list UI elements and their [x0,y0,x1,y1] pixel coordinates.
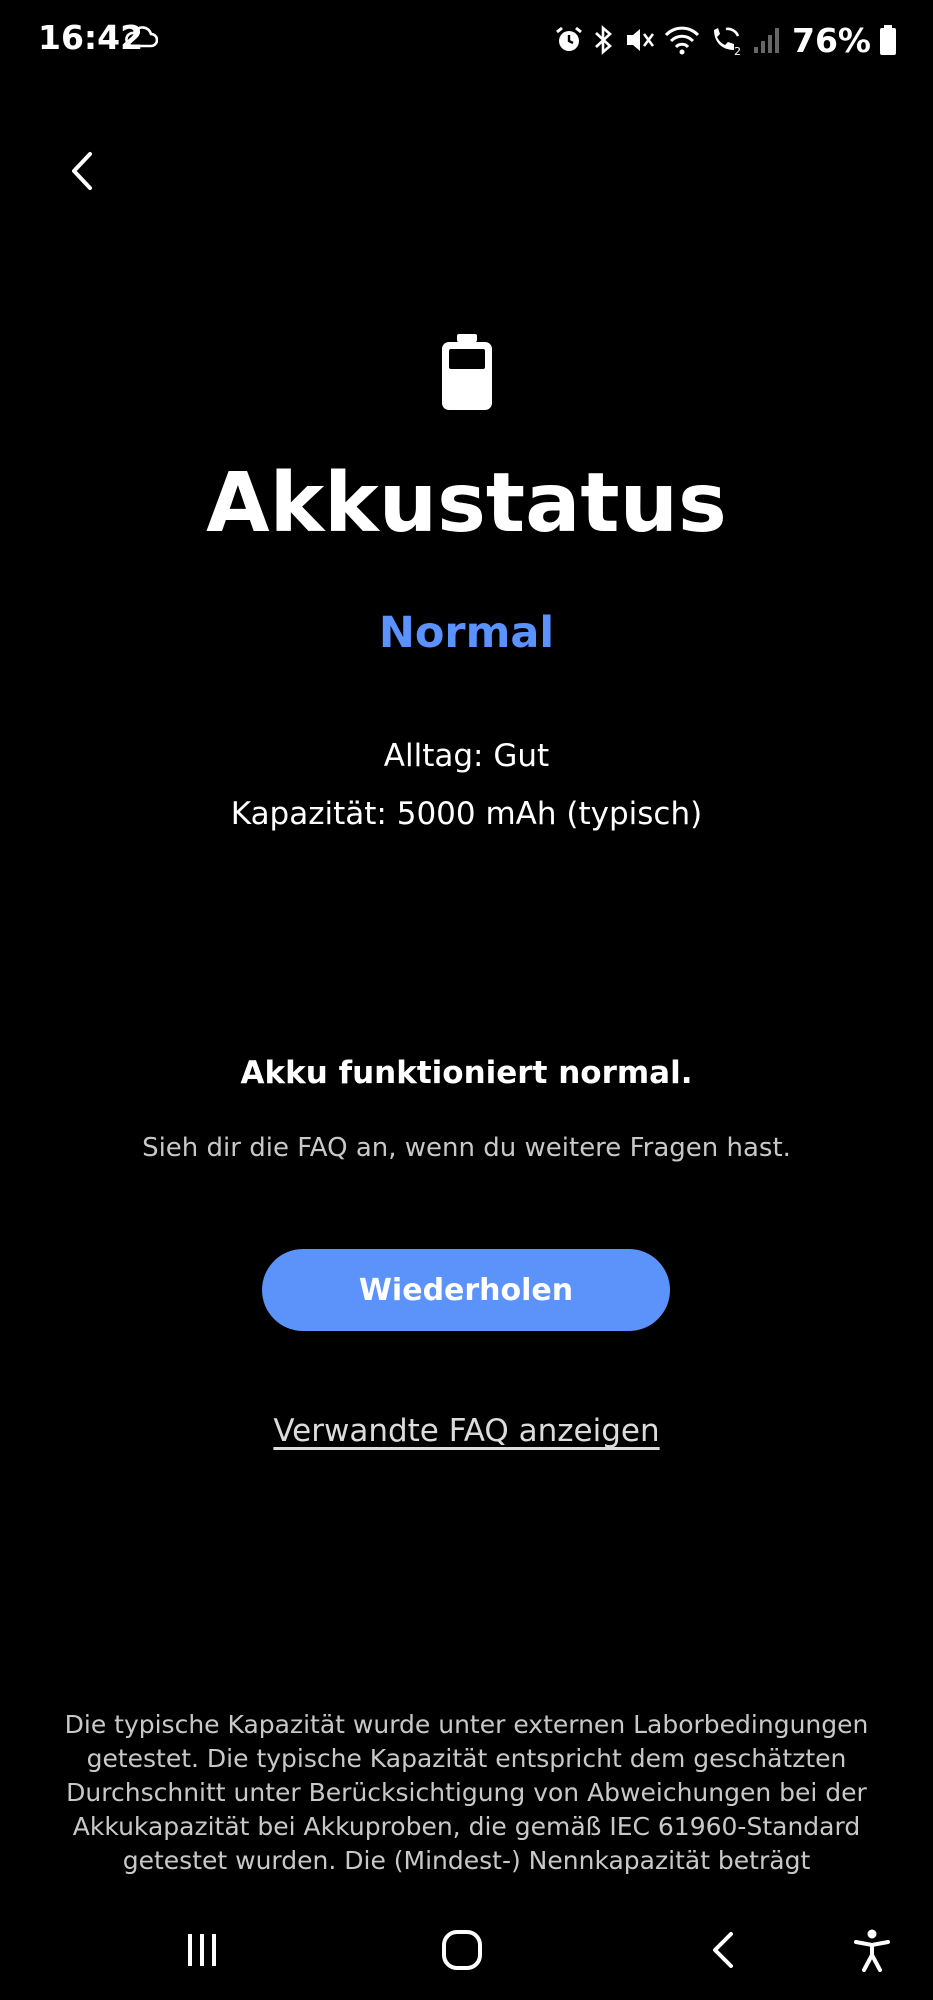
battery-status-icon [442,334,492,410]
battery-status-value: Normal [378,608,555,658]
wifi-icon [664,26,700,55]
svg-text:2: 2 [734,45,741,56]
daily-use-rating: Alltag: Gut [383,738,550,774]
retry-button[interactable]: Wiederholen [262,1249,670,1331]
related-faq-link[interactable]: Verwandte FAQ anzeigen [273,1413,659,1449]
capacity-disclaimer: Die typische Kapazität wurde unter exter… [64,1710,869,1875]
accessibility-button[interactable] [842,1920,902,1980]
status-bar: 16:42 2 76% [0,0,933,80]
wifi-calling-icon: 2 [714,27,741,56]
back-button[interactable] [58,146,108,196]
navigation-bar [0,1900,933,2000]
signal-icon [754,28,779,53]
page-title: Akkustatus [206,456,727,551]
result-message: Akku funktioniert normal. [240,1055,693,1091]
cloud-icon [125,26,158,48]
recents-icon [188,1934,216,1966]
faq-link-container: Verwandte FAQ anzeigen [0,1413,933,1449]
status-icons: 2 76% [554,20,897,60]
bluetooth-icon [595,25,612,55]
home-button[interactable] [432,1920,492,1980]
battery-icon [880,25,896,55]
recents-button[interactable] [172,1920,232,1980]
home-icon [442,1930,482,1970]
faq-hint: Sieh dir die FAQ an, wenn du weitere Fra… [142,1133,791,1163]
mute-icon [627,29,655,51]
accessibility-icon [854,1929,890,1972]
battery-capacity: Kapazität: 5000 mAh (typisch) [230,796,703,832]
back-icon [713,1932,733,1968]
alarm-icon [556,26,582,51]
system-back-button[interactable] [694,1920,754,1980]
battery-percent: 76% [792,20,871,60]
